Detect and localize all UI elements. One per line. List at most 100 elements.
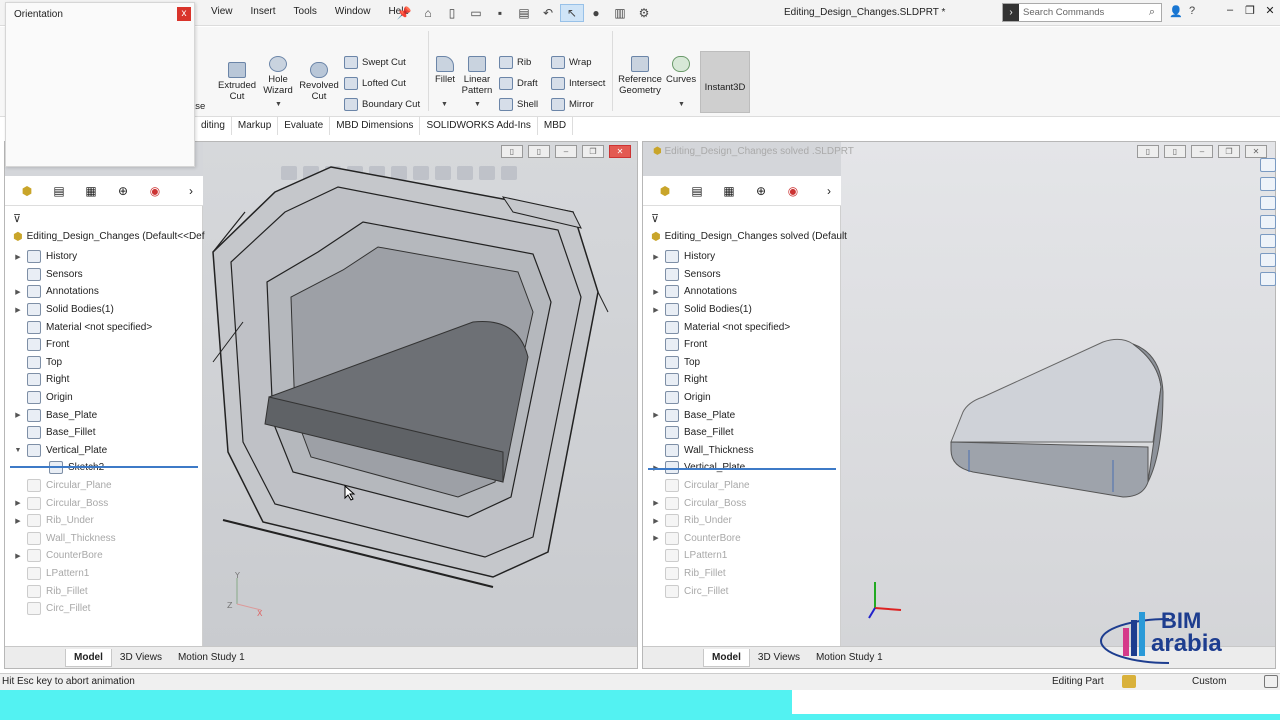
tree-item[interactable]: Right (643, 371, 841, 389)
dimxpert-tab-icon[interactable]: ⊕ (115, 183, 131, 199)
menu-insert[interactable]: Insert (242, 6, 285, 18)
property-manager-tab-icon[interactable]: ▤ (689, 183, 705, 199)
expand-arrow-icon[interactable]: ▶ (649, 534, 663, 542)
expand-arrow-icon[interactable]: ▶ (649, 306, 663, 314)
tab-mbd-dimensions[interactable]: MBD Dimensions (330, 117, 421, 135)
rib-button[interactable]: Rib (499, 56, 531, 69)
expand-arrow-icon[interactable]: ▶ (11, 499, 25, 507)
tab-model[interactable]: Model (65, 648, 112, 667)
open-icon[interactable]: ▭ (464, 4, 488, 22)
new-document-icon[interactable]: ▯ (440, 4, 464, 22)
instant3d-button[interactable]: Instant3D (700, 51, 750, 113)
search-input[interactable]: Search Commands (1023, 7, 1104, 18)
filter-icon[interactable]: ⊽ (13, 212, 21, 225)
tree-item[interactable]: ▶ Base_Plate (5, 406, 203, 424)
tree-item[interactable]: Sensors (643, 266, 841, 284)
tree-item[interactable]: Rib_Fillet (5, 582, 203, 600)
tree-item[interactable]: ▼ Vertical_Plate (5, 442, 203, 460)
swept-cut-button[interactable]: Swept Cut (344, 56, 406, 69)
expand-arrow-icon[interactable]: ▶ (649, 499, 663, 507)
pin-icon[interactable]: 📌 (392, 4, 416, 22)
tree-item[interactable]: ▶ History (5, 248, 203, 266)
tree-item[interactable]: ▶ History (643, 248, 841, 266)
search-icon[interactable]: ⌕ (1149, 6, 1155, 19)
tree-item[interactable]: ▶ Annotations (5, 283, 203, 301)
tree-item[interactable]: Circular_Plane (643, 477, 841, 495)
fillet-button[interactable]: Fillet (432, 56, 458, 85)
tab-model[interactable]: Model (703, 648, 750, 667)
help-icon[interactable]: ? (1184, 5, 1200, 18)
save-icon[interactable]: ▪ (488, 4, 512, 22)
display-manager-tab-icon[interactable]: ◉ (147, 183, 163, 199)
tree-item[interactable]: Material <not specified> (5, 318, 203, 336)
tab-3d-views[interactable]: 3D Views (112, 652, 170, 663)
reference-geometry-button[interactable]: Reference Geometry (616, 56, 664, 96)
pane-minimize-button[interactable]: – (1191, 145, 1213, 158)
appearances-icon[interactable] (1260, 234, 1276, 248)
shell-button[interactable]: Shell (499, 98, 538, 111)
dimxpert-tab-icon[interactable]: ⊕ (753, 183, 769, 199)
solidworks-resources-icon[interactable] (1260, 158, 1276, 172)
expand-arrow-icon[interactable]: ▶ (11, 517, 25, 525)
intersect-button[interactable]: Intersect (551, 77, 605, 90)
menu-view[interactable]: View (202, 6, 242, 18)
view-palette-icon[interactable] (1260, 215, 1276, 229)
extruded-cut-button[interactable]: Extruded Cut (216, 62, 258, 102)
fillet-dropdown-icon[interactable]: ▼ (441, 101, 448, 108)
tree-item[interactable]: LPattern1 (643, 547, 841, 565)
tab-addins[interactable]: SOLIDWORKS Add-Ins (420, 117, 538, 135)
expand-arrow-icon[interactable]: ▶ (649, 517, 663, 525)
tree-item[interactable]: Rib_Fillet (643, 565, 841, 583)
print-icon[interactable]: ▤ (512, 4, 536, 22)
menu-window[interactable]: Window (326, 6, 380, 18)
mirror-button[interactable]: Mirror (551, 98, 594, 111)
expand-arrow-icon[interactable]: ▶ (649, 411, 663, 419)
units-selector[interactable]: Custom (1192, 676, 1226, 687)
tree-item[interactable]: Circular_Plane (5, 477, 203, 495)
tree-item[interactable]: ▶ Rib_Under (643, 512, 841, 530)
user-icon[interactable]: 👤 (1168, 5, 1184, 18)
expand-arrow-icon[interactable]: ▶ (11, 253, 25, 261)
expand-arrow-icon[interactable]: ▶ (649, 288, 663, 296)
tree-root-part[interactable]: ⬢ Editing_Design_Changes solved (Default (651, 230, 847, 243)
linear-pattern-button[interactable]: Linear Pattern (460, 56, 494, 96)
model-right-3d-view[interactable] (943, 332, 1173, 502)
tree-item[interactable]: Front (643, 336, 841, 354)
feature-manager-tab-icon[interactable]: ⬢ (19, 183, 35, 199)
tree-root-part[interactable]: ⬢ Editing_Design_Changes (Default<<Def (13, 230, 205, 243)
tab-sketching[interactable]: diting (195, 117, 232, 135)
model-left-3d-view[interactable] (203, 152, 613, 602)
tree-item[interactable]: Right (5, 371, 203, 389)
configuration-manager-tab-icon[interactable]: ▦ (83, 183, 99, 199)
tree-item[interactable]: Circ_Fillet (5, 600, 203, 618)
draft-button[interactable]: Draft (499, 77, 538, 90)
boundary-cut-button[interactable]: Boundary Cut (344, 98, 420, 111)
menu-tools[interactable]: Tools (285, 6, 326, 18)
revolved-cut-button[interactable]: Revolved Cut (298, 62, 340, 102)
rebuild-status-icon[interactable] (1122, 675, 1136, 688)
orientation-close-button[interactable]: x (177, 7, 191, 21)
search-commands[interactable]: › Search Commands ⌕ (1002, 3, 1162, 22)
tree-item[interactable]: Wall_Thickness (643, 442, 841, 460)
hole-wizard-button[interactable]: Hole Wizard (260, 56, 296, 96)
expand-arrow-icon[interactable]: ▶ (11, 411, 25, 419)
tree-item[interactable]: Origin (643, 389, 841, 407)
tree-item[interactable]: Base_Fillet (643, 424, 841, 442)
tree-item[interactable]: ▶ CounterBore (643, 530, 841, 548)
tree-item[interactable]: ▶ Solid Bodies(1) (5, 301, 203, 319)
tab-markup[interactable]: Markup (232, 117, 279, 135)
tile-vertical-button[interactable]: ▯ (1164, 145, 1186, 158)
pane-close-button[interactable]: ✕ (1245, 145, 1267, 158)
tab-3d-views[interactable]: 3D Views (750, 652, 808, 663)
tree-item[interactable]: Top (5, 354, 203, 372)
tree-item[interactable]: Base_Fillet (5, 424, 203, 442)
tab-motion-study[interactable]: Motion Study 1 (808, 652, 891, 663)
expand-arrow-icon[interactable]: ▶ (11, 288, 25, 296)
tab-mbd[interactable]: MBD (538, 117, 574, 135)
forum-icon[interactable] (1260, 272, 1276, 286)
property-manager-tab-icon[interactable]: ▤ (51, 183, 67, 199)
home-icon[interactable]: ⌂ (416, 4, 440, 22)
tree-item[interactable]: ▶ Circular_Boss (643, 494, 841, 512)
file-explorer-icon[interactable] (1260, 196, 1276, 210)
tab-evaluate[interactable]: Evaluate (278, 117, 331, 135)
